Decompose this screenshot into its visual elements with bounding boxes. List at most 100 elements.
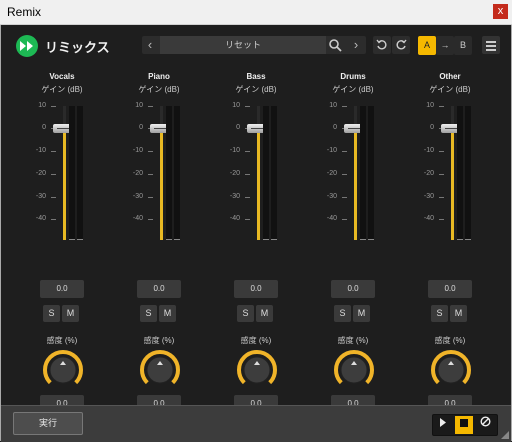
transport-controls — [432, 414, 498, 436]
mute-button[interactable]: M — [450, 305, 467, 322]
window-title: Remix — [7, 5, 42, 19]
resize-grip-icon[interactable] — [501, 431, 509, 439]
play-icon — [440, 418, 446, 427]
undo-icon — [376, 39, 387, 50]
meter-peak-right — [271, 239, 277, 240]
compare-a-button[interactable]: A — [418, 36, 436, 55]
title-bar: Remix x — [0, 0, 512, 25]
remix-panel: リミックス ‹ リセット › A → B Vocals ゲイン (dB) 10 0… — [0, 25, 512, 442]
gain-fader-track[interactable] — [150, 106, 172, 240]
channel-strip-piano: Piano ゲイン (dB) 10 0 -10 -20 -30 -40 0.0 S M 感… — [119, 72, 199, 413]
gain-label: ゲイン (dB) — [332, 85, 374, 94]
channel-name: Drums — [340, 72, 366, 81]
meter-peak-right — [77, 239, 83, 240]
sensitivity-label: 感度 (%) — [143, 336, 175, 345]
meter-peak-left — [69, 239, 75, 240]
gain-fader-fill — [160, 128, 163, 240]
gain-fader-track[interactable] — [441, 106, 463, 240]
bypass-icon — [479, 416, 491, 427]
gain-value-field[interactable]: 0.0 — [428, 280, 472, 298]
gain-fader-fill — [451, 128, 454, 240]
gain-value-field[interactable]: 0.0 — [137, 280, 181, 298]
undo-button[interactable] — [373, 36, 391, 54]
channel-name: Vocals — [49, 72, 75, 81]
meter-peak-left — [166, 239, 172, 240]
sensitivity-label: 感度 (%) — [240, 336, 272, 345]
preset-field[interactable]: リセット — [160, 36, 326, 54]
menu-button[interactable] — [482, 36, 500, 54]
sensitivity-knob[interactable] — [429, 348, 473, 392]
meter-peak-left — [457, 239, 463, 240]
sensitivity-knob[interactable] — [138, 348, 182, 392]
redo-button[interactable] — [392, 36, 410, 54]
channel-strip-bass: Bass ゲイン (dB) 10 0 -10 -20 -30 -40 0.0 S M 感度… — [216, 72, 296, 413]
meter-peak-left — [360, 239, 366, 240]
channel-name: Other — [439, 72, 461, 81]
sensitivity-knob[interactable] — [332, 348, 376, 392]
gain-value-field[interactable]: 0.0 — [40, 280, 84, 298]
meter-peak-left — [263, 239, 269, 240]
solo-button[interactable]: S — [431, 305, 448, 322]
run-button[interactable]: 実行 — [13, 412, 83, 435]
search-icon[interactable] — [328, 38, 344, 52]
sensitivity-label: 感度 (%) — [434, 336, 466, 345]
app-title: リミックス — [45, 40, 110, 55]
close-button[interactable]: x — [493, 4, 508, 19]
compare-b-button[interactable]: B — [454, 36, 472, 55]
header-bar: リミックス ‹ リセット › A → B — [1, 25, 511, 65]
level-meter-left — [69, 106, 75, 240]
gain-fader-track[interactable] — [53, 106, 75, 240]
solo-button[interactable]: S — [334, 305, 351, 322]
solo-button[interactable]: S — [237, 305, 254, 322]
gain-value-field[interactable]: 0.0 — [234, 280, 278, 298]
play-button[interactable] — [434, 416, 452, 434]
meter-peak-right — [174, 239, 180, 240]
solo-button[interactable]: S — [140, 305, 157, 322]
gain-fader-track[interactable] — [247, 106, 269, 240]
gain-label: ゲイン (dB) — [429, 85, 471, 94]
gain-fader-track[interactable] — [344, 106, 366, 240]
level-meter-left — [457, 106, 463, 240]
level-meter-right — [271, 106, 277, 240]
channel-name: Piano — [148, 72, 170, 81]
level-meter-right — [174, 106, 180, 240]
bypass-button[interactable] — [476, 416, 494, 434]
preset-selector: ‹ リセット › — [142, 36, 366, 54]
gain-fader-fill — [257, 128, 260, 240]
mute-button[interactable]: M — [353, 305, 370, 322]
gain-value-field[interactable]: 0.0 — [331, 280, 375, 298]
level-meter-left — [166, 106, 172, 240]
level-meter-right — [465, 106, 471, 240]
sensitivity-knob[interactable] — [235, 348, 279, 392]
level-meter-right — [368, 106, 374, 240]
redo-icon — [396, 39, 407, 50]
stop-icon — [460, 419, 468, 427]
channel-strip-drums: Drums ゲイン (dB) 10 0 -10 -20 -30 -40 0.0 S M 感… — [313, 72, 393, 413]
channel-name: Bass — [246, 72, 266, 81]
level-meter-left — [360, 106, 366, 240]
copy-a-to-b-button[interactable]: → — [436, 36, 454, 55]
level-meter-right — [77, 106, 83, 240]
stop-button[interactable] — [455, 416, 473, 434]
gain-label: ゲイン (dB) — [138, 85, 180, 94]
solo-button[interactable]: S — [43, 305, 60, 322]
meter-peak-right — [465, 239, 471, 240]
mute-button[interactable]: M — [159, 305, 176, 322]
sensitivity-knob[interactable] — [41, 348, 85, 392]
channel-strip-other: Other ゲイン (dB) 10 0 -10 -20 -30 -40 0.0 S M 感… — [410, 72, 490, 413]
preset-next-button[interactable]: › — [348, 36, 364, 54]
gain-fader-fill — [63, 128, 66, 240]
gain-fader-fill — [354, 128, 357, 240]
mute-button[interactable]: M — [62, 305, 79, 322]
gain-label: ゲイン (dB) — [41, 85, 83, 94]
footer-bar: 実行 — [1, 405, 511, 442]
mute-button[interactable]: M — [256, 305, 273, 322]
level-meter-left — [263, 106, 269, 240]
logo-icon — [16, 35, 38, 57]
sensitivity-label: 感度 (%) — [337, 336, 369, 345]
meter-peak-right — [368, 239, 374, 240]
sensitivity-label: 感度 (%) — [46, 336, 78, 345]
preset-prev-button[interactable]: ‹ — [142, 36, 158, 54]
gain-label: ゲイン (dB) — [235, 85, 277, 94]
channel-strip-vocals: Vocals ゲイン (dB) 10 0 -10 -20 -30 -40 0.0 S M … — [22, 72, 102, 413]
